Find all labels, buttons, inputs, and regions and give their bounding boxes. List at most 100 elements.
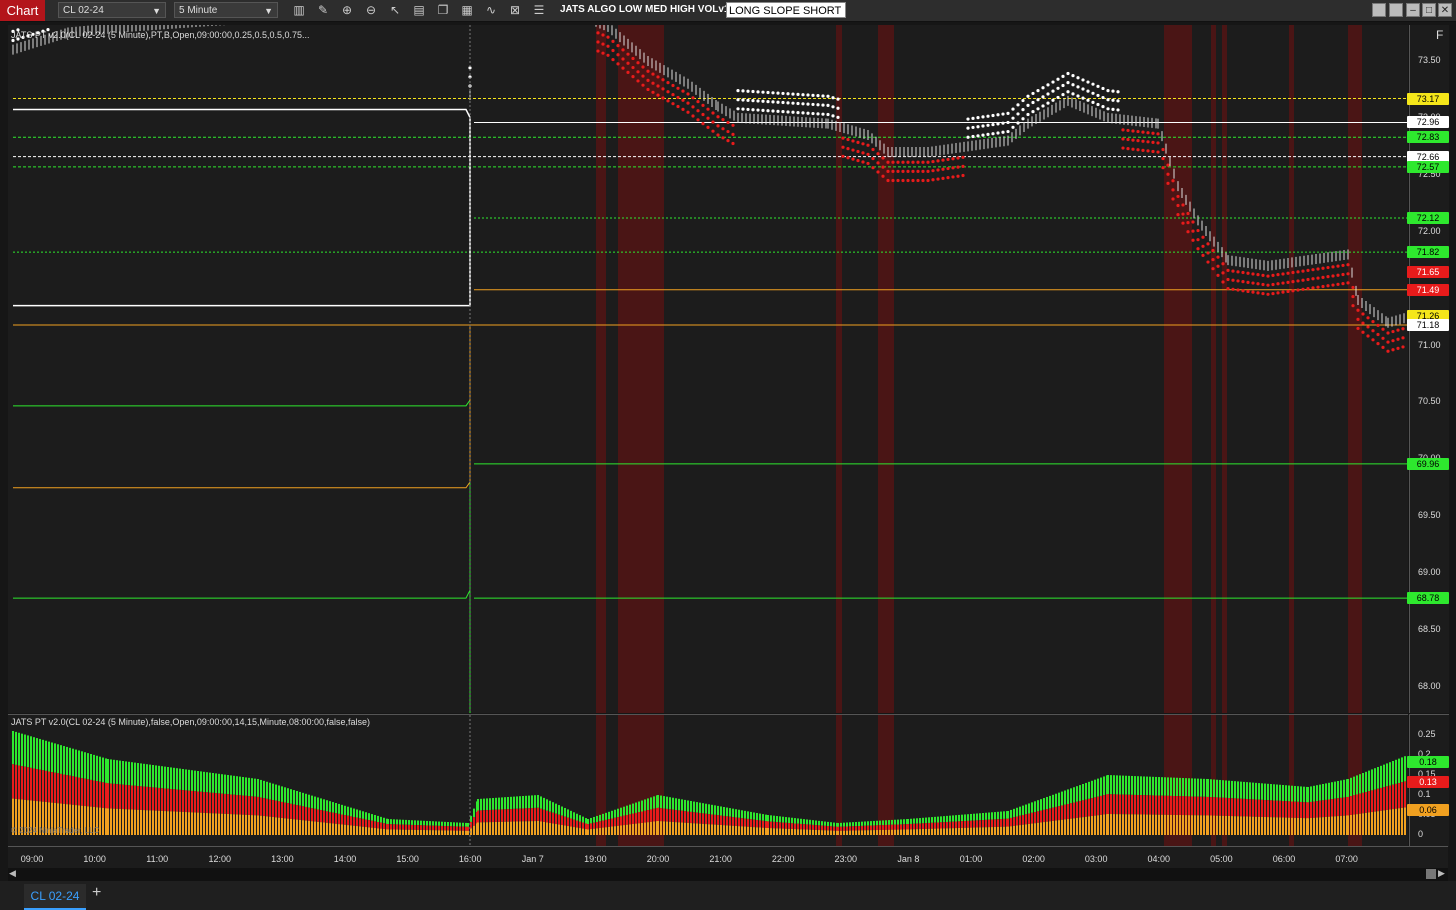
band-dot <box>876 161 880 165</box>
band-dot <box>1326 265 1330 270</box>
band-dot <box>1141 139 1145 143</box>
band-dot <box>726 120 730 125</box>
indicators-icon[interactable]: ∿ <box>483 3 499 18</box>
band-dot <box>1386 331 1390 335</box>
time-axis[interactable]: 09:00 10:00 11:00 12:00 13:00 14:00 15:00 16:00… <box>8 846 1448 869</box>
band-dot <box>966 117 970 121</box>
band-dot <box>776 109 780 113</box>
band-dot <box>741 107 745 111</box>
scroll-right-icon[interactable]: ▶ <box>1438 868 1445 879</box>
band-dot <box>1311 268 1315 272</box>
band-dot <box>1146 140 1150 144</box>
oscillator-panel[interactable] <box>8 714 1408 847</box>
layout-icon[interactable] <box>1372 3 1386 17</box>
band-dot <box>611 39 615 43</box>
band-dot <box>741 98 745 102</box>
band-dot <box>1276 282 1280 286</box>
band-dot <box>981 115 985 119</box>
band-dot <box>1266 274 1270 278</box>
price-panel[interactable] <box>8 25 1408 713</box>
band-dot <box>926 160 930 164</box>
time-axis-tick: 21:00 <box>709 854 732 864</box>
band-dot <box>936 168 940 172</box>
bar-type-icon[interactable]: ▥ <box>291 3 307 18</box>
close-icon[interactable]: ✕ <box>1438 3 1452 17</box>
band-dot <box>1276 273 1280 277</box>
chart-title-tab[interactable]: Chart <box>0 0 45 21</box>
band-dot <box>1386 349 1390 353</box>
zoom-in-icon[interactable]: ⊕ <box>339 3 355 18</box>
minimize-icon[interactable]: – <box>1406 3 1420 17</box>
band-dot <box>766 109 770 113</box>
band-dot <box>1186 230 1190 234</box>
band-dot <box>596 40 600 44</box>
interval-value: 5 Minute <box>179 5 218 16</box>
band-dot <box>1021 98 1025 103</box>
add-tab-button[interactable]: + <box>92 884 101 902</box>
band-dot <box>1186 211 1190 216</box>
tab-cl-02-24[interactable]: CL 02-24 <box>24 884 86 910</box>
band-dot <box>1401 345 1405 349</box>
band-dot <box>911 178 915 183</box>
band-dot <box>1056 77 1060 81</box>
band-dot <box>861 151 865 155</box>
band-dot <box>816 112 820 116</box>
band-dot <box>956 174 960 178</box>
band-dot <box>731 141 735 146</box>
band-dot <box>1291 280 1295 284</box>
time-axis-tick: 03:00 <box>1084 854 1108 864</box>
band-dot <box>951 166 955 170</box>
band-dot <box>646 69 650 73</box>
fit-button[interactable]: F <box>1436 28 1443 42</box>
band-dot <box>851 139 855 143</box>
data-box-icon[interactable]: ▤ <box>411 3 427 18</box>
band-dot <box>1086 80 1090 84</box>
band-dot <box>986 123 990 127</box>
band-dot <box>1256 291 1260 295</box>
band-dot <box>1121 146 1125 150</box>
price-marker: 69.96 <box>1407 457 1449 470</box>
zoom-out-icon[interactable]: ⊖ <box>363 3 379 18</box>
band-dot <box>771 91 775 95</box>
band-dot <box>1316 285 1320 289</box>
band-dot <box>631 56 635 61</box>
band-dot <box>696 118 700 122</box>
band-dot <box>1281 272 1285 276</box>
mode-selector[interactable]: LONG SLOPE SHORT <box>726 2 846 18</box>
band-dot <box>1111 107 1115 111</box>
chart-trader-icon[interactable]: ▦ <box>459 3 475 18</box>
price-axis[interactable]: 73.5073.0072.5072.0071.5071.0070.5070.00… <box>1409 25 1449 713</box>
band-dot <box>686 92 690 96</box>
horizontal-scrollbar[interactable]: ◀ ▶ <box>8 868 1448 881</box>
properties-icon[interactable]: ☰ <box>531 3 547 18</box>
scroll-left-icon[interactable]: ◀ <box>9 868 16 879</box>
band-dot <box>946 157 950 162</box>
band-dot <box>1106 98 1110 102</box>
band-dot <box>926 169 930 173</box>
band-dot <box>1041 95 1045 99</box>
band-dot <box>931 169 935 173</box>
band-dot <box>1151 149 1155 154</box>
band-dot <box>1351 294 1355 299</box>
strategies-icon[interactable]: ⊠ <box>507 3 523 18</box>
band-dot <box>661 78 665 82</box>
interval-selector[interactable]: 5 Minute ▼ <box>174 2 278 18</box>
instrument-selector[interactable]: CL 02-24 ▼ <box>58 2 166 18</box>
band-dot <box>916 178 920 183</box>
maximize-icon[interactable]: □ <box>1422 3 1436 17</box>
band-dot <box>1001 121 1005 125</box>
band-dot <box>1311 286 1315 290</box>
time-axis-tick: 09:00 <box>20 854 44 864</box>
copy-chart-icon[interactable]: ❐ <box>435 3 451 18</box>
band-dot <box>636 70 640 74</box>
band-dot <box>1241 280 1245 284</box>
pencil-draw-icon[interactable]: ✎ <box>315 3 331 18</box>
workspace-icon[interactable] <box>1389 3 1403 17</box>
band-dot <box>1336 273 1340 277</box>
band-dot <box>891 178 895 183</box>
band-dot <box>876 152 880 156</box>
cursor-pointer-icon[interactable]: ↖ <box>387 3 403 18</box>
scroll-thumb[interactable] <box>1426 869 1436 879</box>
band-dot <box>1281 281 1285 285</box>
band-dot <box>1126 128 1130 133</box>
